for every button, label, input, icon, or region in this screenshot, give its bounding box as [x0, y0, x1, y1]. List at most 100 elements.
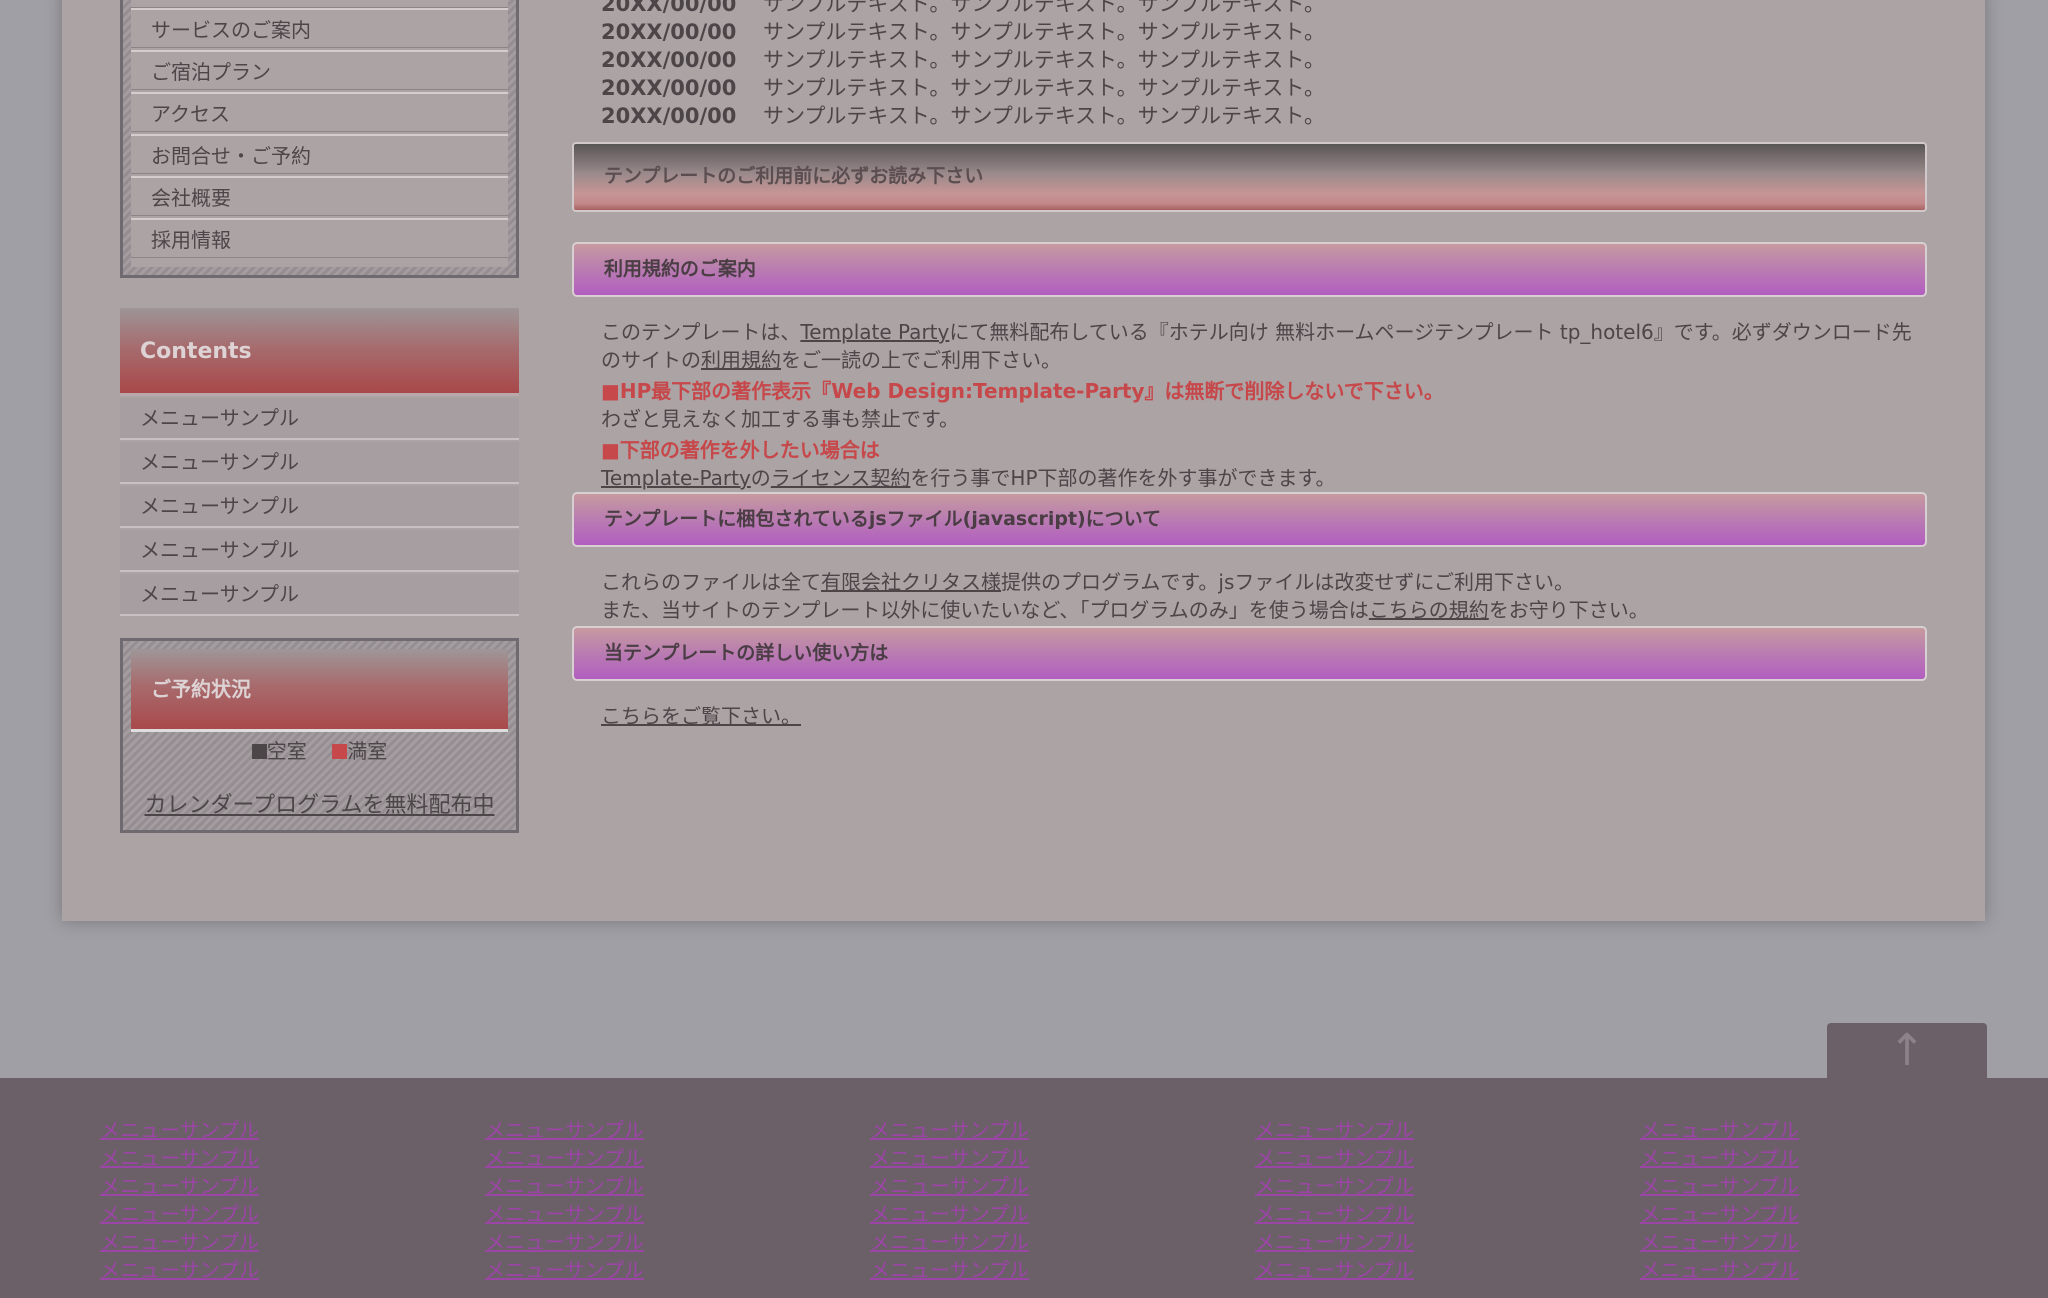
howto-heading: 当テンプレートの詳しい使い方は	[572, 626, 1927, 681]
footer-link[interactable]: メニューサンプル	[485, 1116, 644, 1144]
footer-link[interactable]: メニューサンプル	[100, 1172, 259, 1200]
news-row: 20XX/00/00 サンプルテキスト。サンプルテキスト。サンプルテキスト。	[601, 46, 1325, 74]
sidebar-menu-inner: サービスのご案内 ご宿泊プラン アクセス お問合せ・ご予約 会社概要 採用情報	[131, 0, 508, 267]
news-date: 20XX/00/00	[601, 20, 737, 44]
footer-link[interactable]: メニューサンプル	[870, 1256, 1029, 1284]
footer-link[interactable]: メニューサンプル	[870, 1144, 1029, 1172]
footer-link[interactable]: メニューサンプル	[1255, 1172, 1414, 1200]
sidebar-menu: サービスのご案内 ご宿泊プラン アクセス お問合せ・ご予約 会社概要 採用情報	[120, 0, 519, 278]
terms-of-use-link[interactable]: 利用規約	[701, 348, 781, 372]
vacant-legend: 空室	[251, 739, 307, 763]
js-text: をお守り下さい。	[1488, 598, 1649, 622]
footer-column: メニューサンプル メニューサンプル メニューサンプル メニューサンプル メニュー…	[100, 1116, 259, 1284]
sidebar-item-contact[interactable]: お問合せ・ご予約	[131, 134, 508, 174]
footer-link[interactable]: メニューサンプル	[1640, 1228, 1799, 1256]
footer-link[interactable]: メニューサンプル	[485, 1172, 644, 1200]
license-note-text: の	[750, 466, 771, 490]
footer-link[interactable]: メニューサンプル	[1255, 1228, 1414, 1256]
footer-link[interactable]: メニューサンプル	[100, 1256, 259, 1284]
template-party-link-2[interactable]: Template-Party	[601, 466, 751, 490]
footer-link[interactable]: メニューサンプル	[100, 1228, 259, 1256]
news-row: 20XX/00/00 サンプルテキスト。サンプルテキスト。サンプルテキスト。	[601, 74, 1325, 102]
terms-heading: 利用規約のご案内	[572, 242, 1927, 297]
critus-link[interactable]: 有限会社クリタス様	[821, 570, 1001, 594]
footer-link[interactable]: メニューサンプル	[485, 1256, 644, 1284]
sidebar-item-company[interactable]: 会社概要	[131, 176, 508, 216]
footer-link[interactable]: メニューサンプル	[870, 1200, 1029, 1228]
footer-link[interactable]: メニューサンプル	[870, 1116, 1029, 1144]
license-note: Template-Partyのライセンス契約を行う事でHP下部の著作を外す事がで…	[601, 464, 1931, 492]
reservation-legend: 空室 満室	[123, 735, 516, 764]
vacant-label: 空室	[266, 739, 307, 763]
footer-link[interactable]: メニューサンプル	[1640, 1200, 1799, 1228]
news-row: 20XX/00/00 サンプルテキスト。サンプルテキスト。サンプルテキスト。	[601, 18, 1325, 46]
reservation-status-box: ご予約状況 空室 満室 カレンダープログラムを無料配布中	[120, 638, 519, 833]
page-top-button[interactable]: ↑	[1827, 1023, 1987, 1079]
js-paragraph: これらのファイルは全て有限会社クリタス様提供のプログラムです。jsファイルは改変…	[601, 568, 1931, 624]
copyright-warning: ■HP最下部の著作表示『Web Design:Template-Party』は無…	[601, 379, 1444, 403]
contents-item[interactable]: メニューサンプル	[120, 398, 519, 440]
howto-link[interactable]: こちらをご覧下さい。	[601, 704, 801, 728]
js-text: これらのファイルは全て	[601, 570, 821, 594]
news-text: サンプルテキスト。サンプルテキスト。サンプルテキスト。	[763, 0, 1325, 16]
news-text: サンプルテキスト。サンプルテキスト。サンプルテキスト。	[763, 76, 1325, 100]
no-hiding-note: わざと見えなく加工する事も禁止です。	[601, 407, 959, 431]
footer-link[interactable]: メニューサンプル	[870, 1172, 1029, 1200]
license-note-text: を行う事でHP下部の著作を外す事ができます。	[910, 466, 1336, 490]
footer-link[interactable]: メニューサンプル	[1255, 1256, 1414, 1284]
news-date: 20XX/00/00	[601, 48, 737, 72]
notice-heading: テンプレートのご利用前に必ずお読み下さい	[572, 142, 1927, 212]
contents-item[interactable]: メニューサンプル	[120, 442, 519, 484]
footer-link[interactable]: メニューサンプル	[1640, 1256, 1799, 1284]
news-date: 20XX/00/00	[601, 76, 737, 100]
template-party-link[interactable]: Template Party	[800, 320, 949, 344]
js-text: また、当サイトのテンプレート以外に使いたいなど、「プログラムのみ」を使う場合は	[601, 598, 1369, 622]
calendar-program-link[interactable]: カレンダープログラムを無料配布中	[144, 793, 494, 818]
footer-link[interactable]: メニューサンプル	[870, 1228, 1029, 1256]
news-row: 20XX/00/00 サンプルテキスト。サンプルテキスト。サンプルテキスト。	[601, 0, 1325, 18]
contents-item[interactable]: メニューサンプル	[120, 530, 519, 572]
terms-intro-text: をご一読の上でご利用下さい。	[781, 348, 1061, 372]
terms-intro: このテンプレートは、Template Partyにて無料配布している『ホテル向け…	[601, 318, 1931, 374]
footer-link[interactable]: メニューサンプル	[1255, 1116, 1414, 1144]
contents-list: メニューサンプル メニューサンプル メニューサンプル メニューサンプル メニュー…	[120, 398, 519, 618]
footer-link[interactable]: メニューサンプル	[100, 1144, 259, 1172]
sidebar-menu-cut-item[interactable]	[131, 0, 508, 8]
footer-link[interactable]: メニューサンプル	[1640, 1116, 1799, 1144]
news-date: 20XX/00/00	[601, 104, 737, 128]
main-container: サービスのご案内 ご宿泊プラン アクセス お問合せ・ご予約 会社概要 採用情報 …	[62, 0, 1985, 921]
license-contract-link[interactable]: ライセンス契約	[771, 466, 911, 490]
news-text: サンプルテキスト。サンプルテキスト。サンプルテキスト。	[763, 104, 1325, 128]
footer-link[interactable]: メニューサンプル	[100, 1116, 259, 1144]
footer-column: メニューサンプル メニューサンプル メニューサンプル メニューサンプル メニュー…	[870, 1116, 1029, 1284]
footer-link[interactable]: メニューサンプル	[1640, 1144, 1799, 1172]
footer-column: メニューサンプル メニューサンプル メニューサンプル メニューサンプル メニュー…	[485, 1116, 644, 1284]
remove-credit-heading: ■下部の著作を外したい場合は	[601, 438, 880, 462]
news-row: 20XX/00/00 サンプルテキスト。サンプルテキスト。サンプルテキスト。	[601, 102, 1325, 130]
sidebar-item-recruit[interactable]: 採用情報	[131, 218, 508, 258]
reservation-status-title: ご予約状況	[131, 649, 508, 732]
program-terms-link[interactable]: こちらの規約	[1369, 598, 1489, 622]
full-square-icon	[332, 744, 348, 759]
news-text: サンプルテキスト。サンプルテキスト。サンプルテキスト。	[763, 48, 1325, 72]
js-line-2: また、当サイトのテンプレート以外に使いたいなど、「プログラムのみ」を使う場合はこ…	[601, 596, 1931, 624]
news-list: 20XX/00/00 サンプルテキスト。サンプルテキスト。サンプルテキスト。 20…	[601, 0, 1325, 130]
full-legend: 満室	[332, 739, 387, 763]
footer-link[interactable]: メニューサンプル	[485, 1144, 644, 1172]
contents-item[interactable]: メニューサンプル	[120, 574, 519, 616]
footer-link[interactable]: メニューサンプル	[1255, 1144, 1414, 1172]
js-heading: テンプレートに梱包されているjsファイル(javascript)について	[572, 492, 1927, 547]
footer-link[interactable]: メニューサンプル	[485, 1228, 644, 1256]
sidebar-item-services[interactable]: サービスのご案内	[131, 8, 508, 48]
footer-column: メニューサンプル メニューサンプル メニューサンプル メニューサンプル メニュー…	[1255, 1116, 1414, 1284]
howto-paragraph: こちらをご覧下さい。	[601, 702, 1931, 730]
footer-link[interactable]: メニューサンプル	[1640, 1172, 1799, 1200]
sidebar-item-plans[interactable]: ご宿泊プラン	[131, 50, 508, 90]
sidebar-item-access[interactable]: アクセス	[131, 92, 508, 132]
contents-item[interactable]: メニューサンプル	[120, 486, 519, 528]
footer-link[interactable]: メニューサンプル	[485, 1200, 644, 1228]
footer-link[interactable]: メニューサンプル	[1255, 1200, 1414, 1228]
news-date: 20XX/00/00	[601, 0, 737, 16]
footer-link[interactable]: メニューサンプル	[100, 1200, 259, 1228]
js-text: 提供のプログラムです。jsファイルは改変せずにご利用下さい。	[1001, 570, 1574, 594]
